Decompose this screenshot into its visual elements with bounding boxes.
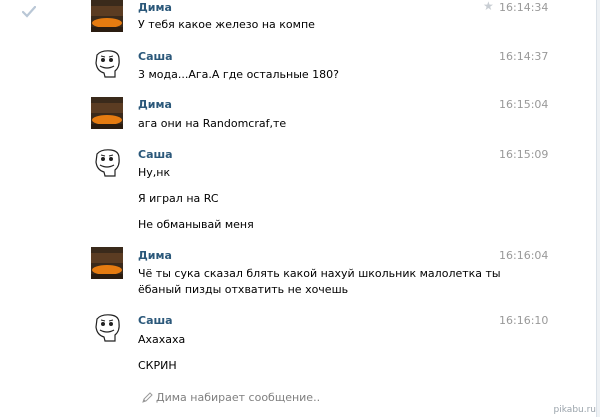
chat-history: Дима ★ 16:14:34 У тебя какое железо на к… bbox=[0, 0, 597, 417]
message-time[interactable]: 16:15:04 bbox=[499, 98, 548, 111]
message-text: 3 мода...Ага.А где остальные 180? bbox=[138, 68, 339, 81]
message-time[interactable]: 16:14:34 bbox=[499, 1, 548, 14]
sasha-avatar bbox=[91, 47, 123, 79]
sasha-avatar bbox=[91, 146, 123, 178]
message-time[interactable]: 16:14:37 bbox=[499, 50, 548, 63]
message-time[interactable]: 16:16:10 bbox=[499, 314, 548, 327]
message-author[interactable]: Дима bbox=[138, 249, 172, 262]
dima-avatar bbox=[91, 247, 123, 279]
message-author[interactable]: Дима bbox=[138, 98, 172, 111]
message-text: Ахахаха bbox=[138, 333, 186, 346]
watermark: pikabu.ru bbox=[553, 405, 596, 415]
dima-avatar bbox=[91, 0, 123, 32]
message-author[interactable]: Саша bbox=[138, 314, 173, 327]
message-text: Ну,нк bbox=[138, 166, 171, 179]
message-author[interactable]: Саша bbox=[138, 50, 173, 63]
check-icon[interactable] bbox=[22, 6, 36, 18]
avatar[interactable] bbox=[91, 47, 123, 79]
message-author[interactable]: Саша bbox=[138, 148, 173, 161]
message-author[interactable]: Дима bbox=[138, 1, 172, 14]
avatar[interactable] bbox=[91, 311, 123, 343]
message-text: СКРИН bbox=[138, 359, 177, 372]
message-text: У тебя какое железо на компе bbox=[138, 18, 315, 31]
message-text: ага они на Randomcraf,те bbox=[138, 117, 287, 130]
avatar[interactable] bbox=[91, 97, 123, 129]
avatar[interactable] bbox=[91, 0, 123, 32]
message-text: Чё ты сука сказал блять какой нахуй школ… bbox=[138, 267, 501, 280]
message-time[interactable]: 16:16:04 bbox=[499, 249, 548, 262]
star-icon[interactable]: ★ bbox=[483, 0, 494, 13]
avatar[interactable] bbox=[91, 146, 123, 178]
message-text: Не обманывай меня bbox=[138, 218, 254, 231]
sasha-avatar bbox=[91, 311, 123, 343]
dima-avatar bbox=[91, 97, 123, 129]
avatar[interactable] bbox=[91, 247, 123, 279]
message-text: Я играл на RC bbox=[138, 192, 219, 205]
pencil-icon bbox=[142, 392, 153, 403]
message-time[interactable]: 16:15:09 bbox=[499, 148, 548, 161]
typing-indicator: Дима набирает сообщение.. bbox=[156, 391, 321, 404]
message-text: ёбаный пизды отхватить не хочешь bbox=[138, 283, 349, 296]
